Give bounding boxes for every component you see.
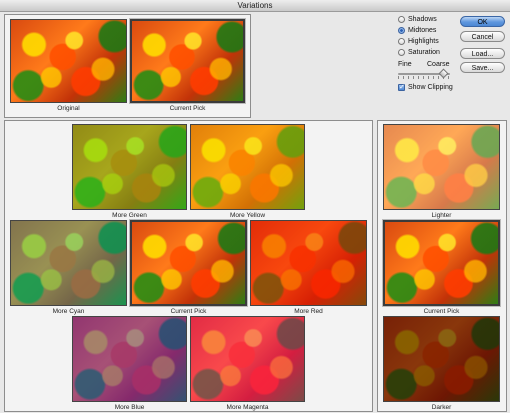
show-clipping-label: Show Clipping — [408, 84, 453, 91]
more-blue-caption: More Blue — [114, 404, 145, 411]
window-title: Variations — [0, 0, 510, 12]
more-cyan-thumbnail[interactable] — [10, 220, 127, 306]
midtones-label: Midtones — [408, 27, 437, 34]
show-clipping-checkbox[interactable]: ✓ — [398, 84, 405, 91]
current-pick-thumbnail-right — [382, 219, 501, 307]
load-button[interactable]: Load... — [460, 48, 505, 59]
lighter-thumbnail[interactable] — [383, 124, 500, 210]
more-yellow-thumbnail[interactable] — [190, 124, 305, 210]
option-midtones[interactable]: Midtones — [398, 27, 436, 34]
more-magenta-caption: More Magenta — [226, 404, 269, 411]
more-yellow-caption: More Yellow — [229, 212, 266, 219]
save-button[interactable]: Save... — [460, 62, 505, 73]
cancel-button[interactable]: Cancel — [460, 31, 505, 42]
option-highlights[interactable]: Highlights — [398, 38, 439, 45]
slider-fine-label: Fine — [398, 61, 412, 68]
current-pick-caption-top: Current Pick — [169, 105, 206, 112]
more-green-thumbnail[interactable] — [72, 124, 187, 210]
darker-thumbnail[interactable] — [383, 316, 500, 402]
shadows-label: Shadows — [408, 16, 437, 23]
more-blue-thumbnail[interactable] — [72, 316, 187, 402]
more-red-thumbnail[interactable] — [250, 220, 367, 306]
original-caption: Original — [57, 105, 80, 112]
more-magenta-thumbnail[interactable] — [190, 316, 305, 402]
highlights-label: Highlights — [408, 38, 439, 45]
current-pick-thumbnail-center — [129, 219, 248, 307]
current-pick-thumbnail-top — [129, 18, 246, 104]
saturation-radio[interactable] — [398, 49, 405, 56]
lighter-caption: Lighter — [431, 212, 452, 219]
shadows-radio[interactable] — [398, 16, 405, 23]
midtones-radio[interactable] — [398, 27, 405, 34]
ok-button[interactable]: OK — [460, 16, 505, 27]
original-thumbnail — [10, 19, 127, 103]
slider-coarse-label: Coarse — [427, 61, 450, 68]
option-saturation[interactable]: Saturation — [398, 49, 440, 56]
current-pick-caption-right: Current Pick — [423, 308, 460, 315]
more-red-caption: More Red — [294, 308, 323, 315]
option-shadows[interactable]: Shadows — [398, 16, 437, 23]
saturation-label: Saturation — [408, 49, 440, 56]
highlights-radio[interactable] — [398, 38, 405, 45]
darker-caption: Darker — [431, 404, 452, 411]
current-pick-caption-center: Current Pick — [170, 308, 207, 315]
more-green-caption: More Green — [112, 212, 147, 219]
more-cyan-caption: More Cyan — [52, 308, 85, 315]
